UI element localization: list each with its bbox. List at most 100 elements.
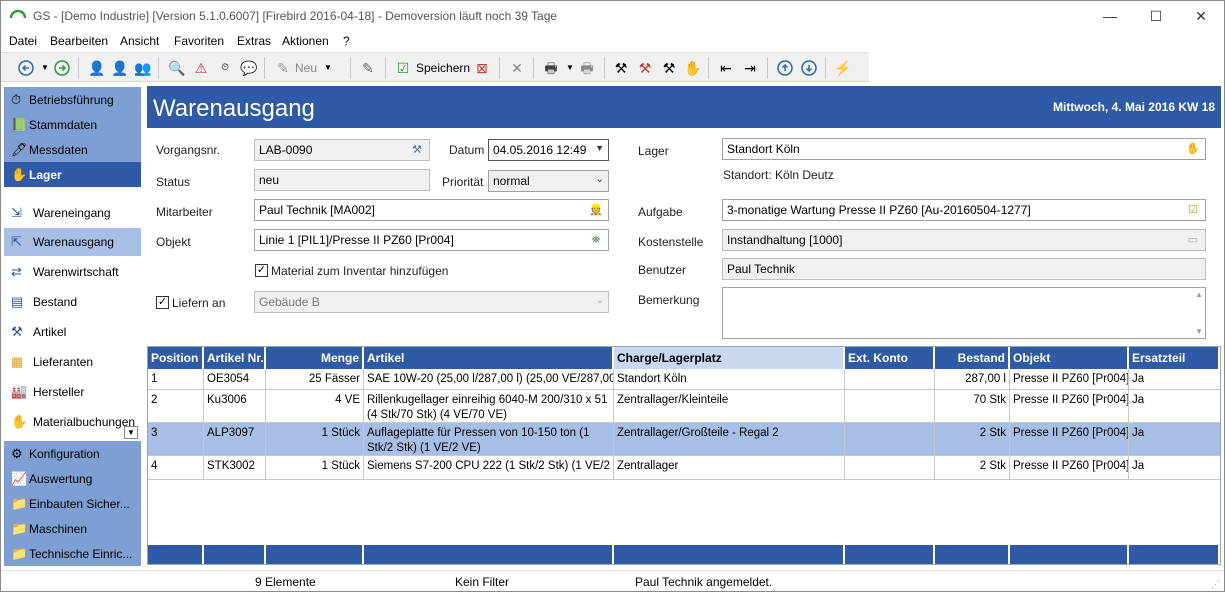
book-return-icon[interactable]: ⚒ [660, 59, 678, 77]
close-button[interactable]: ✕ [1178, 1, 1224, 31]
column-header-artikel[interactable]: Artikel [364, 347, 614, 369]
clock-24-icon[interactable]: ⏲ [216, 59, 234, 77]
save-button[interactable]: Speichern [416, 61, 470, 75]
user-group-icon[interactable]: 👥 [134, 59, 152, 77]
resize-grip-icon[interactable]: ⋰ [1211, 579, 1220, 590]
sidebar-scroll-icon[interactable]: ▼ [124, 426, 138, 439]
new-dropdown-icon[interactable]: ▼ [319, 59, 337, 77]
user-assign-icon[interactable]: 👤 [88, 59, 106, 77]
comment-icon[interactable]: 💬 [240, 59, 258, 77]
number-picker-icon[interactable]: ⚒ [408, 142, 426, 158]
lager-field[interactable]: Standort Köln ✋ [722, 138, 1206, 160]
column-header-objekt[interactable]: Objekt [1010, 347, 1129, 369]
search-folder-icon[interactable]: 🔍 [168, 59, 186, 77]
move-down-icon[interactable] [800, 59, 818, 77]
nav-betriebsfuehrung[interactable]: ⏱ Betriebsführung [4, 87, 141, 112]
book-cancel-icon[interactable]: ⚒ [636, 59, 654, 77]
nav-einbauten[interactable]: 📁 Einbauten Sicher... [4, 491, 141, 516]
nav-hersteller[interactable]: 🏭 Hersteller [4, 378, 141, 406]
app-logo-icon [10, 9, 26, 19]
hand-icon: ✋ [11, 167, 28, 182]
menu-bearbeiten[interactable]: Bearbeiten [50, 34, 108, 48]
menu-datei[interactable]: Datei [9, 34, 37, 48]
table-row-selected[interactable]: 3 ALP3097 1 Stück Auflageplatte für Pres… [148, 423, 1220, 456]
scroll-up-icon[interactable]: ▲ [1195, 290, 1203, 299]
cell-ext-konto [845, 390, 935, 422]
column-header-artikel-nr[interactable]: Artikel Nr. [204, 347, 266, 369]
menu-ansicht[interactable]: Ansicht [120, 34, 159, 48]
material-inventar-checkbox[interactable]: ✓ [255, 264, 268, 277]
column-header-charge[interactable]: Charge/Lagerplatz [614, 347, 845, 369]
nav-maschinen[interactable]: 📁 Maschinen [4, 516, 141, 541]
nav-label: Artikel [33, 325, 67, 339]
column-header-ersatzteil[interactable]: Ersatzteil [1129, 347, 1220, 369]
storage-picker-icon[interactable]: ✋ [1184, 141, 1202, 157]
print-dropdown-icon[interactable]: ▼ [561, 59, 579, 77]
column-header-bestand[interactable]: Bestand [935, 347, 1010, 369]
nav-lieferanten[interactable]: ▦ Lieferanten [4, 348, 141, 376]
print-icon[interactable]: 🖶 [542, 59, 560, 77]
book-out-icon[interactable]: ⚒ [612, 59, 630, 77]
table-row[interactable]: 2 Ku3006 4 VE Rillenkugellager einreihig… [148, 390, 1220, 423]
object-picker-icon[interactable]: ⛯ [587, 232, 605, 248]
liefern-checkbox[interactable]: ✓ [156, 296, 169, 309]
nav-auswertung[interactable]: 📈 Auswertung [4, 466, 141, 491]
status-value: neu [259, 173, 280, 187]
back-icon[interactable] [17, 59, 35, 77]
inbound-icon: ⇲ [11, 205, 22, 220]
nav-bestand[interactable]: ▤ Bestand [4, 288, 141, 316]
alert-icon[interactable]: ⚠ [192, 59, 210, 77]
calendar-dropdown-icon[interactable]: ▼ [595, 143, 604, 153]
nav-messdaten[interactable]: 🖊 Messdaten [4, 137, 141, 162]
edit-icon[interactable]: ✎ [359, 59, 377, 77]
task-picker-icon[interactable]: ☑ [1184, 202, 1202, 218]
move-up-icon[interactable] [776, 59, 794, 77]
table-row[interactable]: 1 OE3054 25 Fässer SAE 10W-20 (25,00 l/2… [148, 369, 1220, 390]
nav-artikel[interactable]: ⚒ Artikel [4, 318, 141, 346]
mitarbeiter-field[interactable]: Paul Technik [MA002] 👷 [254, 199, 609, 221]
nav-materialbuchungen[interactable]: ✋ Materialbuchungen [4, 408, 141, 436]
column-header-ext-konto[interactable]: Ext. Konto [845, 347, 935, 369]
user-remove-icon[interactable]: 👤 [111, 59, 129, 77]
swap-icon: ⇄ [11, 264, 22, 279]
person-picker-icon[interactable]: 👷 [587, 202, 605, 218]
menu-extras[interactable]: Extras [237, 34, 271, 48]
new-icon[interactable]: ✎ [274, 59, 292, 77]
status-bar: 9 Elemente Kein Filter Paul Technik ange… [1, 570, 1224, 591]
nav-konfiguration[interactable]: ⚙ Konfiguration [4, 441, 141, 466]
vorgangsnr-field[interactable]: LAB-0090 ⚒ [254, 139, 430, 161]
forward-icon[interactable] [53, 59, 71, 77]
column-header-menge[interactable]: Menge [266, 347, 364, 369]
cell-menge: 1 Stück [266, 456, 364, 479]
minimize-button[interactable]: — [1087, 1, 1133, 31]
menu-help[interactable]: ? [343, 34, 350, 48]
aufgabe-field[interactable]: 3-monatige Wartung Presse II PZ60 [Au-20… [722, 199, 1206, 221]
back-dropdown-icon[interactable]: ▼ [36, 59, 54, 77]
bemerkung-textarea[interactable]: ▲ ▼ [722, 287, 1206, 339]
maximize-button[interactable]: ☐ [1133, 1, 1179, 31]
bemerkung-label: Bemerkung [638, 293, 700, 307]
column-header-position[interactable]: Position [148, 347, 204, 369]
nav-stammdaten[interactable]: 📗 Stammdaten [4, 112, 141, 137]
book-hand-icon[interactable]: ✋ [684, 59, 702, 77]
nav-lager[interactable]: ✋ Lager [4, 162, 141, 187]
menu-aktionen[interactable]: Aktionen [282, 34, 329, 48]
save-icon[interactable]: ☑ [394, 59, 412, 77]
magic-wand-icon[interactable]: ⚡ [834, 59, 852, 77]
nav-warenwirtschaft[interactable]: ⇄ Warenwirtschaft [4, 258, 141, 286]
discard-icon[interactable]: ⊠ [473, 59, 491, 77]
print-preview-icon[interactable]: 🖶 [578, 59, 596, 77]
transfer-right-icon[interactable]: ⇥ [741, 59, 759, 77]
objekt-field[interactable]: Linie 1 [PIL1]/Presse II PZ60 [Pr004] ⛯ [254, 229, 609, 251]
prioritaet-select[interactable]: normal ⌄ [488, 170, 609, 192]
delete-icon[interactable]: ✕ [508, 59, 526, 77]
transfer-left-icon[interactable]: ⇤ [717, 59, 735, 77]
nav-warenausgang[interactable]: ⇱ Warenausgang [4, 228, 141, 256]
nav-wareneingang[interactable]: ⇲ Wareneingang [4, 199, 141, 227]
scroll-down-icon[interactable]: ▼ [1195, 327, 1203, 336]
menu-favoriten[interactable]: Favoriten [174, 34, 224, 48]
datum-field[interactable]: 04.05.2016 12:49 ▼ [488, 139, 609, 161]
table-row[interactable]: 4 STK3002 1 Stück Siemens S7-200 CPU 222… [148, 456, 1220, 480]
nav-technische-einrichtungen[interactable]: 📁 Technische Einric... [4, 541, 141, 566]
new-button[interactable]: Neu [295, 61, 317, 75]
